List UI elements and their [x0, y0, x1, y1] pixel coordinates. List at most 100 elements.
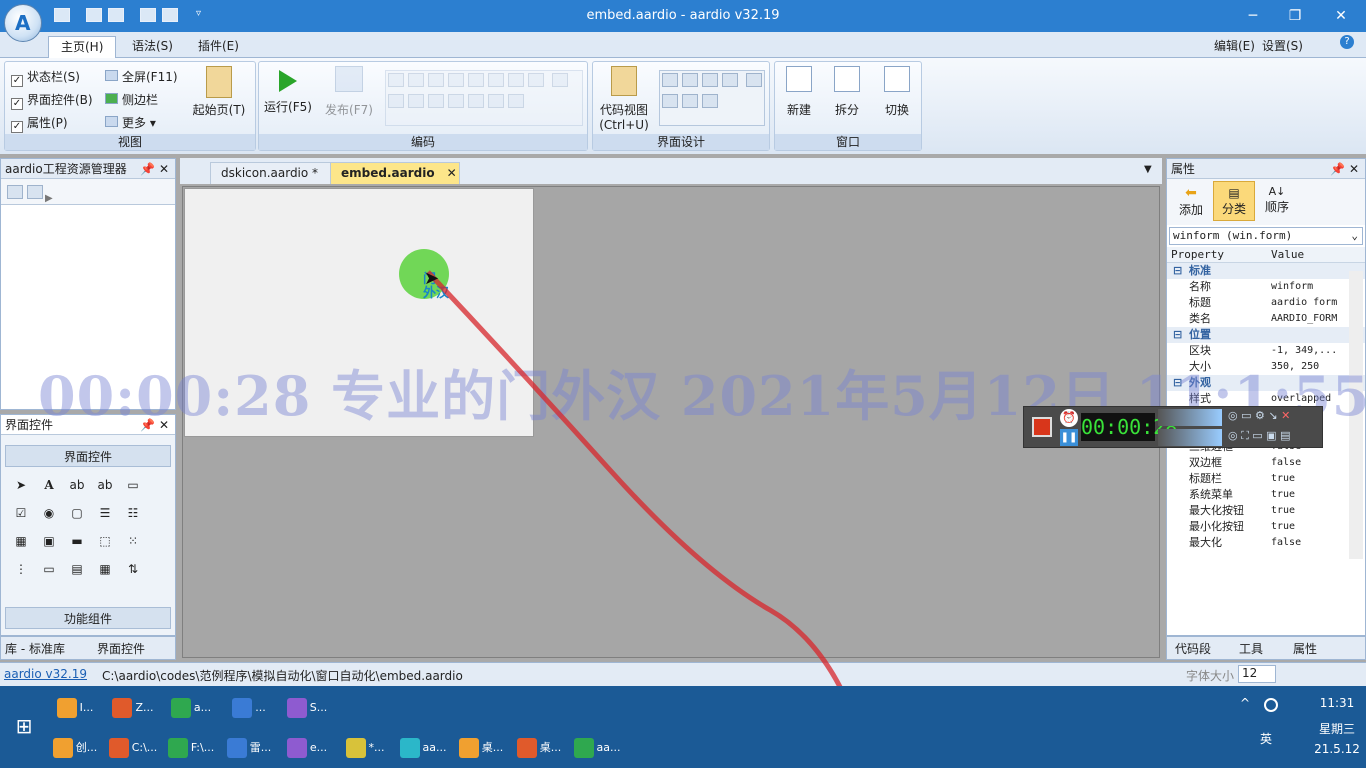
- object-selector[interactable]: winform (win.form) ⌄: [1169, 227, 1363, 245]
- help-icon[interactable]: ?: [1340, 35, 1354, 49]
- font-size-input[interactable]: 12: [1238, 665, 1276, 683]
- frame-icon[interactable]: [702, 73, 718, 87]
- taskbar-item[interactable]: ...: [222, 690, 276, 726]
- property-category[interactable]: ⊟ 标准: [1167, 263, 1365, 279]
- functions-section-header[interactable]: 功能组件: [5, 607, 171, 629]
- restore-button[interactable]: ❐: [1272, 4, 1318, 28]
- property-value[interactable]: winform: [1271, 279, 1351, 295]
- taskbar-item[interactable]: I...: [48, 690, 102, 726]
- outdent-icon[interactable]: [488, 73, 504, 87]
- richedit-icon[interactable]: ab: [94, 474, 116, 496]
- property-row[interactable]: 类名 AARDIO_FORM: [1167, 311, 1365, 327]
- open-project-icon[interactable]: [7, 185, 23, 199]
- listbox-icon[interactable]: ☰: [94, 502, 116, 524]
- save-project-icon[interactable]: [27, 185, 43, 199]
- tab-dskicon[interactable]: dskicon.aardio *: [210, 162, 344, 184]
- taskbar-item[interactable]: S...: [280, 690, 334, 726]
- taskbar-item[interactable]: C:\...: [106, 730, 160, 766]
- tab-ui-controls[interactable]: 界面控件: [97, 640, 145, 657]
- ui-controls-checkbox[interactable]: ✓ 界面控件(B): [11, 91, 93, 110]
- taskbar-item[interactable]: F:\...: [164, 730, 218, 766]
- format-icon[interactable]: [448, 73, 464, 87]
- pin-icon[interactable]: [682, 94, 698, 108]
- tab-snippets[interactable]: 代码段: [1175, 640, 1211, 657]
- run-button[interactable]: 运行(F5): [261, 66, 315, 115]
- tab-close-icon[interactable]: ✕: [447, 166, 457, 180]
- property-value[interactable]: false: [1271, 455, 1351, 471]
- pointer-icon[interactable]: ➤: [10, 474, 32, 496]
- code-view-button[interactable]: 代码视图 (Ctrl+U): [595, 66, 653, 132]
- property-value[interactable]: AARDIO_FORM: [1271, 311, 1351, 327]
- comment-icon[interactable]: [528, 73, 544, 87]
- tab-home[interactable]: 主页(H): [48, 36, 117, 58]
- progress-icon[interactable]: ▬: [66, 530, 88, 552]
- taskbar-item[interactable]: *...: [338, 730, 392, 766]
- form-icon[interactable]: [745, 73, 762, 87]
- tab-icon[interactable]: ▭: [38, 558, 60, 580]
- copy-icon[interactable]: [408, 73, 424, 87]
- tree-icon[interactable]: ⋮: [10, 558, 32, 580]
- clock-time[interactable]: 11:31: [1312, 696, 1362, 710]
- more-button[interactable]: 更多 ▾: [105, 114, 156, 131]
- property-row[interactable]: 标题栏 true: [1167, 471, 1365, 487]
- taskbar-item[interactable]: aa...: [396, 730, 450, 766]
- table-icon[interactable]: ▤: [66, 558, 88, 580]
- layers-icon[interactable]: [722, 73, 738, 87]
- edit-box-icon[interactable]: ab: [66, 474, 88, 496]
- property-value[interactable]: true: [1271, 519, 1351, 535]
- forward-icon[interactable]: [408, 94, 424, 108]
- category-button[interactable]: ▤ 分类: [1213, 181, 1255, 221]
- recorder-close-icon[interactable]: ✕: [1281, 409, 1290, 422]
- tab-embed[interactable]: embed.aardio ✕: [330, 162, 460, 184]
- property-value[interactable]: aardio form: [1271, 295, 1351, 311]
- paste-icon[interactable]: [428, 73, 444, 87]
- collapse-icon[interactable]: ⊟: [1173, 327, 1182, 343]
- start-button[interactable]: ⊞: [4, 708, 44, 744]
- box-icon[interactable]: [551, 73, 568, 87]
- new-window-button[interactable]: 新建: [779, 66, 819, 118]
- pin2-icon[interactable]: [702, 94, 718, 108]
- property-row[interactable]: 最小化按钮 true: [1167, 519, 1365, 535]
- tray-status-icon[interactable]: [1264, 698, 1278, 712]
- align-left-icon[interactable]: [662, 73, 678, 87]
- taskbar-item[interactable]: aa...: [570, 730, 624, 766]
- binoculars-icon[interactable]: [488, 94, 504, 108]
- tab-tools[interactable]: 工具: [1239, 640, 1263, 657]
- add-button[interactable]: ⬅ 添加: [1171, 185, 1211, 218]
- version-link[interactable]: aardio v32.19: [4, 667, 87, 681]
- picture-icon[interactable]: ▦: [10, 530, 32, 552]
- grid-icon[interactable]: [662, 94, 678, 108]
- pause-icon[interactable]: ❚❚: [1060, 429, 1078, 446]
- redo-icon[interactable]: [468, 94, 484, 108]
- property-row[interactable]: 双边框 false: [1167, 455, 1365, 471]
- align-top-icon[interactable]: [682, 73, 698, 87]
- taskbar-item[interactable]: 桌...: [454, 730, 508, 766]
- property-value[interactable]: true: [1271, 487, 1351, 503]
- taskbar-item[interactable]: a...: [164, 690, 218, 726]
- property-row[interactable]: 最大化按钮 true: [1167, 503, 1365, 519]
- tab-library[interactable]: 库 - 标准库: [5, 640, 65, 657]
- property-row[interactable]: 标题 aardio form: [1167, 295, 1365, 311]
- speaker-volume-icon[interactable]: [1158, 409, 1222, 426]
- property-row[interactable]: 名称 winform: [1167, 279, 1365, 295]
- property-row[interactable]: 最大化 false: [1167, 535, 1365, 551]
- combobox-icon[interactable]: ☷: [122, 502, 144, 524]
- indent-icon[interactable]: [468, 73, 484, 87]
- property-row[interactable]: 系统菜单 true: [1167, 487, 1365, 503]
- publish-button[interactable]: 发布(F7): [319, 66, 379, 118]
- fullscreen-button[interactable]: 全屏(F11): [105, 68, 178, 85]
- statusbar-checkbox[interactable]: ✓ 状态栏(S): [11, 68, 80, 87]
- recorder-options-icon[interactable]: ◎ ▭ ⚙ ↘ ✕: [1228, 409, 1318, 426]
- groupbox-icon[interactable]: ▢: [66, 502, 88, 524]
- undo-icon[interactable]: [448, 94, 464, 108]
- properties-checkbox[interactable]: ✓ 属性(P): [11, 114, 68, 133]
- tabs-dropdown-icon[interactable]: ▼: [1144, 164, 1152, 175]
- edit-menu[interactable]: 编辑(E): [1214, 37, 1255, 54]
- find-icon[interactable]: [428, 94, 444, 108]
- button-icon[interactable]: ▭: [122, 474, 144, 496]
- sidebar-button[interactable]: 侧边栏: [105, 91, 158, 108]
- custom-icon[interactable]: ⁙: [122, 530, 144, 552]
- mic-volume-icon[interactable]: [1158, 429, 1222, 446]
- close-button[interactable]: ✕: [1318, 4, 1364, 28]
- spin-icon[interactable]: ⇅: [122, 558, 144, 580]
